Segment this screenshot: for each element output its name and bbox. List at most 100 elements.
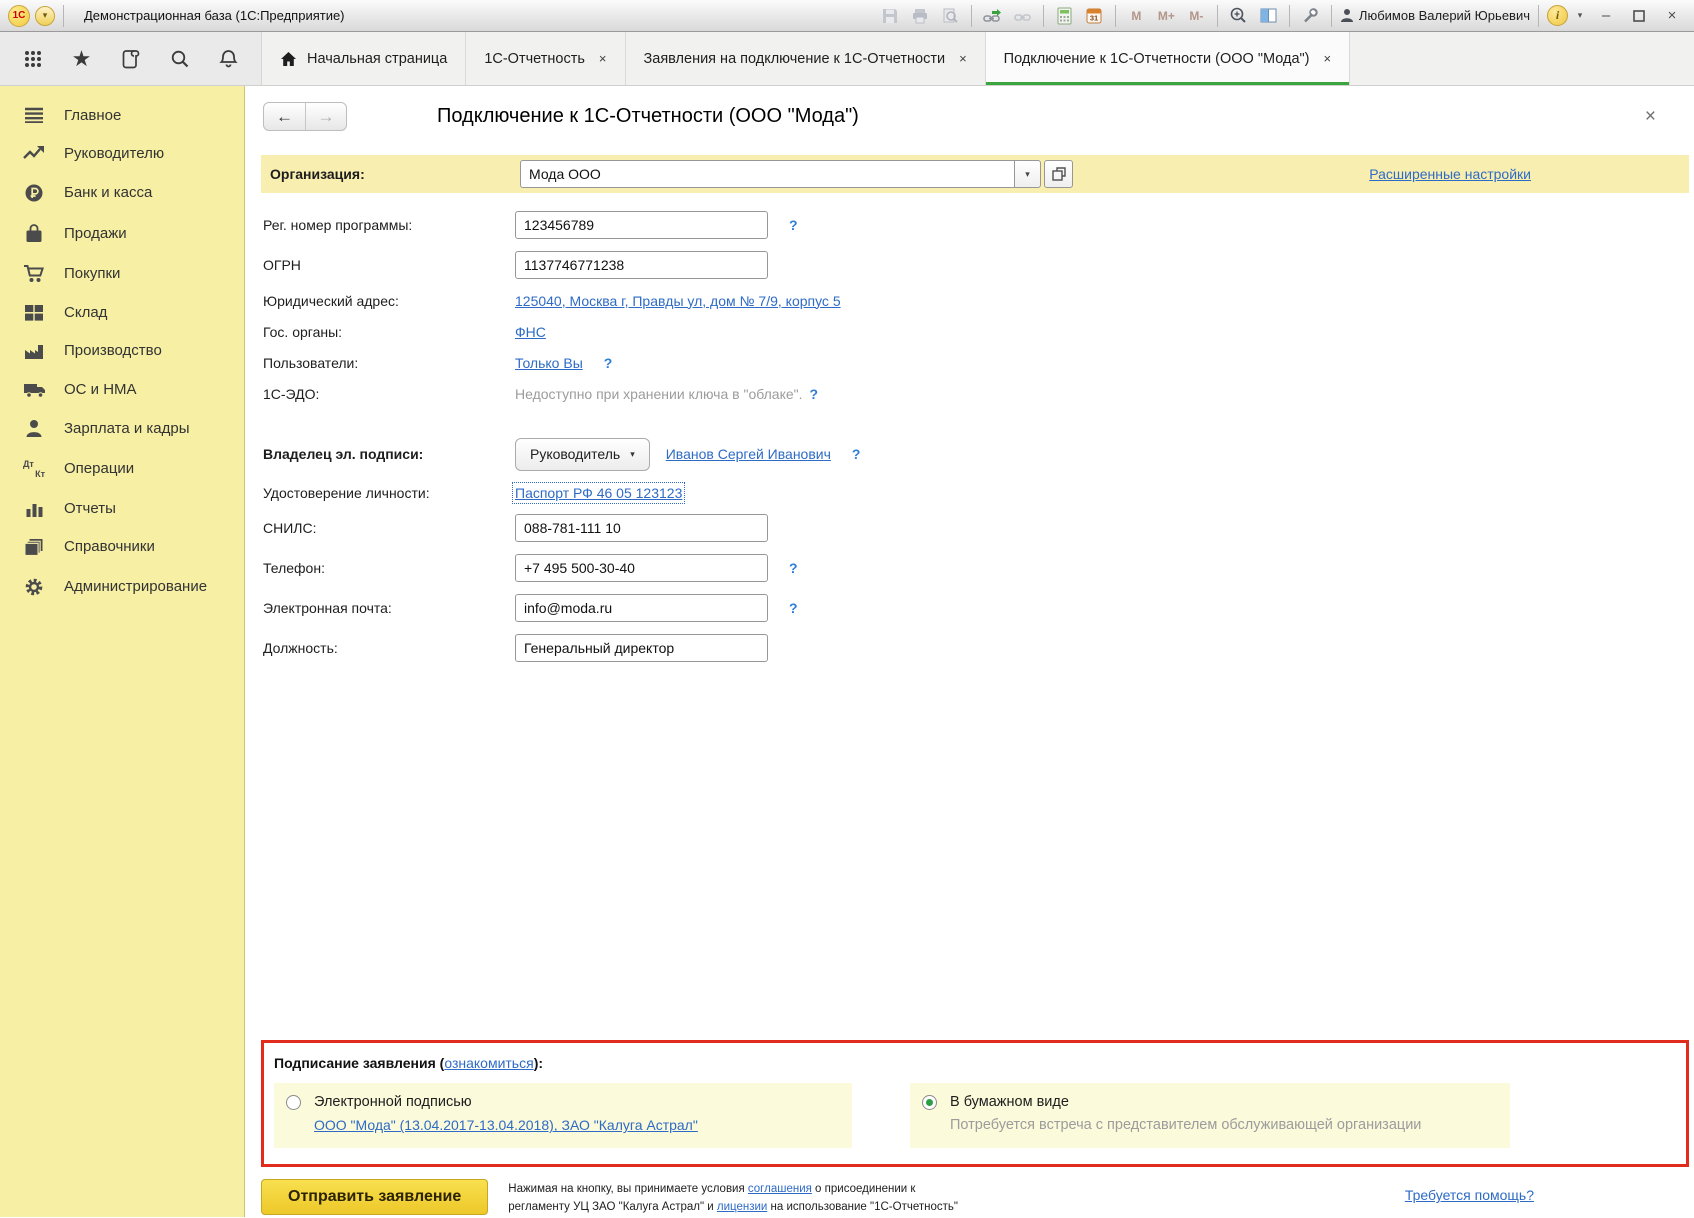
sidebar-item-fixed-assets[interactable]: ОС и НМА [0, 370, 244, 408]
tab-connection-moda[interactable]: Подключение к 1С-Отчетности (ООО "Мода")… [986, 32, 1350, 85]
help-link[interactable]: ? [810, 386, 819, 402]
owner-role-dropdown[interactable]: Руководитель ▾ [515, 438, 650, 471]
info-button[interactable]: i [1547, 5, 1568, 26]
certificate-link[interactable]: ООО "Мода" (13.04.2017-13.04.2018), ЗАО … [314, 1117, 698, 1133]
tab-home[interactable]: Начальная страница [262, 32, 466, 85]
legal-address-link[interactable]: 125040, Москва г, Правды ул, дом № 7/9, … [515, 293, 841, 309]
ogrn-input[interactable] [515, 251, 768, 279]
caret-down-icon: ▾ [630, 449, 635, 460]
search-button[interactable] [155, 32, 204, 85]
field-label: СНИЛС: [263, 520, 515, 536]
favorites-button[interactable]: ★ [57, 32, 106, 85]
field-label: Владелец эл. подписи: [263, 446, 515, 462]
tab-close-icon[interactable]: × [959, 51, 967, 66]
tab-applications[interactable]: Заявления на подключение к 1С-Отчетности… [626, 32, 986, 85]
print-preview-button[interactable] [938, 4, 963, 27]
go-to-link-button[interactable] [1010, 4, 1035, 27]
gov-bodies-link[interactable]: ФНС [515, 324, 546, 340]
snils-input[interactable] [515, 514, 768, 542]
option-paper-form[interactable]: В бумажном виде Потребуется встреча с пр… [910, 1083, 1510, 1148]
menu-icon [24, 107, 44, 123]
radio-electronic-signature[interactable] [286, 1095, 301, 1110]
sidebar-item-purchases[interactable]: Покупки [0, 253, 244, 293]
need-help-link[interactable]: Требуется помощь? [1405, 1179, 1534, 1203]
review-link[interactable]: ознакомиться [444, 1055, 533, 1071]
save-button[interactable] [878, 4, 903, 27]
history-button[interactable] [106, 32, 155, 85]
service-menu-button[interactable] [8, 32, 57, 85]
organization-open-button[interactable] [1044, 160, 1073, 188]
identity-document-link[interactable]: Паспорт РФ 46 05 123123 [515, 485, 682, 501]
field-row-email: Электронная почта: ? [263, 588, 1694, 628]
sidebar-item-administration[interactable]: Администрирование [0, 566, 244, 607]
calendar-icon: 31 [1085, 7, 1103, 25]
main-menu-button[interactable]: ▾ [35, 6, 55, 26]
phone-input[interactable] [515, 554, 768, 582]
minimize-button[interactable]: – [1592, 5, 1620, 27]
sidebar-item-warehouse[interactable]: Склад [0, 293, 244, 331]
tab-label: Подключение к 1С-Отчетности (ООО "Мода") [1004, 51, 1310, 67]
organization-input[interactable] [520, 160, 1014, 188]
sidebar-item-sales[interactable]: Продажи [0, 213, 244, 253]
grid-icon [24, 304, 44, 321]
magnifier-plus-icon [1229, 6, 1248, 25]
sidebar-item-operations[interactable]: ДтКт Операции [0, 448, 244, 489]
sidebar-item-salary-hr[interactable]: Зарплата и кадры [0, 408, 244, 448]
tab-close-icon[interactable]: × [1323, 51, 1331, 66]
memory-store-button[interactable]: M [1124, 4, 1149, 27]
signature-owner-section: Владелец эл. подписи: Руководитель ▾ Ива… [245, 409, 1694, 668]
zoom-button[interactable] [1226, 4, 1251, 27]
email-input[interactable] [515, 594, 768, 622]
sidebar-item-directories[interactable]: Справочники [0, 527, 244, 566]
help-link[interactable]: ? [789, 560, 798, 576]
calculator-button[interactable] [1052, 4, 1077, 27]
separator [1217, 5, 1218, 27]
send-application-button[interactable]: Отправить заявление [261, 1179, 488, 1215]
svg-text:31: 31 [1090, 13, 1098, 22]
print-button[interactable] [908, 4, 933, 27]
organization-dropdown-button[interactable]: ▾ [1014, 160, 1041, 188]
advanced-settings-link[interactable]: Расширенные настройки [1369, 166, 1531, 182]
wrench-icon [1301, 7, 1319, 25]
tab-label: 1С-Отчетность [484, 51, 585, 67]
sidebar-item-production[interactable]: Производство [0, 331, 244, 370]
tab-close-icon[interactable]: × [599, 51, 607, 66]
back-button[interactable]: ← [264, 103, 305, 130]
maximize-button[interactable] [1625, 5, 1653, 27]
sidebar-item-label: Производство [64, 342, 162, 359]
sidebar-item-manager[interactable]: Руководителю [0, 134, 244, 172]
notifications-button[interactable] [204, 32, 253, 85]
users-link[interactable]: Только Вы [515, 355, 583, 371]
separator [1538, 5, 1539, 27]
owner-name-link[interactable]: Иванов Сергей Иванович [666, 446, 831, 462]
help-link[interactable]: ? [604, 355, 613, 371]
help-link[interactable]: ? [789, 600, 798, 616]
close-window-button[interactable]: × [1658, 5, 1686, 27]
memory-add-button[interactable]: M+ [1154, 4, 1179, 27]
settings-button[interactable] [1298, 4, 1323, 27]
info-menu-button[interactable]: ▾ [1573, 4, 1587, 27]
form-close-button[interactable]: × [1645, 106, 1656, 128]
field-label: Телефон: [263, 560, 515, 576]
forward-button[interactable]: → [305, 103, 346, 130]
signing-heading-label: Подписание заявления [274, 1055, 436, 1071]
sidebar-item-label: Операции [64, 460, 134, 477]
calendar-button[interactable]: 31 [1082, 4, 1107, 27]
radio-paper-form[interactable] [922, 1095, 937, 1110]
license-link[interactable]: лицензии [717, 1201, 767, 1213]
reg-number-input[interactable] [515, 211, 768, 239]
position-input[interactable] [515, 634, 768, 662]
sidebar-item-reports[interactable]: Отчеты [0, 489, 244, 527]
help-link[interactable]: ? [789, 217, 798, 233]
sidebar-item-main[interactable]: Главное [0, 96, 244, 134]
tab-1c-reporting[interactable]: 1С-Отчетность × [466, 32, 625, 85]
agreement-link[interactable]: соглашения [748, 1183, 812, 1195]
help-link[interactable]: ? [852, 446, 861, 462]
option-electronic-signature[interactable]: Электронной подписью ООО "Мода" (13.04.2… [274, 1083, 852, 1148]
split-window-button[interactable] [1256, 4, 1281, 27]
memory-subtract-button[interactable]: M- [1184, 4, 1209, 27]
sidebar-item-bank[interactable]: Банк и касса [0, 172, 244, 213]
field-row-reg-number: Рег. номер программы: ? [263, 205, 1694, 245]
get-link-button[interactable] [980, 4, 1005, 27]
current-user[interactable]: Любимов Валерий Юрьевич [1340, 8, 1530, 23]
